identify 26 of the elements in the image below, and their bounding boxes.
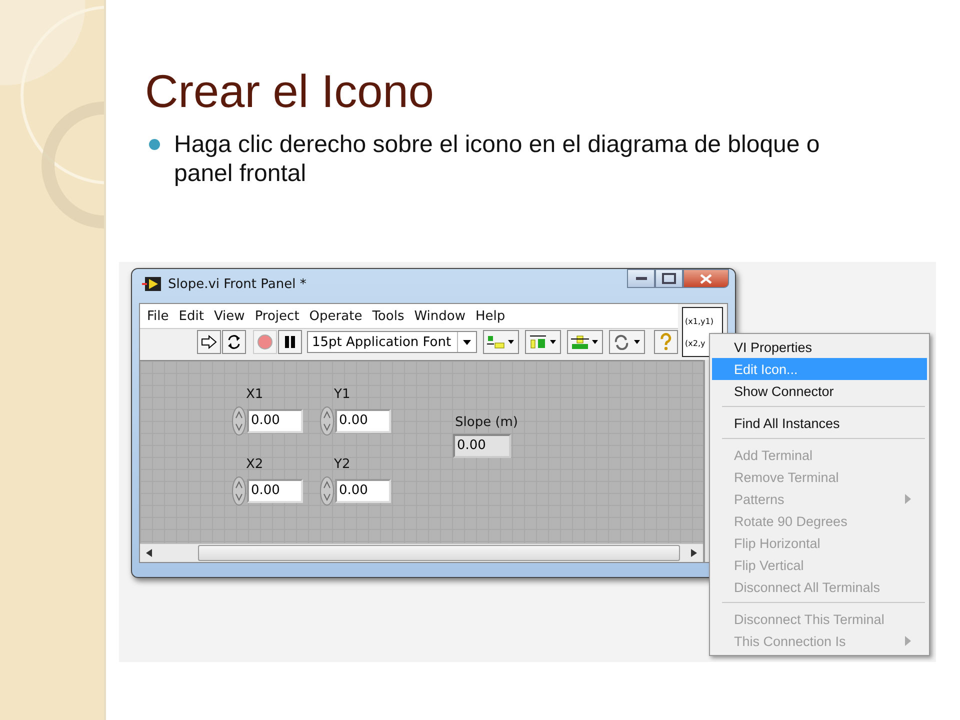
menu-item[interactable]: Edit bbox=[178, 308, 204, 324]
numeric-field[interactable]: 0.00 bbox=[247, 479, 303, 503]
font-dropdown[interactable]: 15pt Application Font bbox=[307, 331, 477, 353]
control-label: Y2 bbox=[334, 457, 352, 472]
icon-label: (x2,y bbox=[685, 338, 706, 348]
control-label: X2 bbox=[246, 457, 264, 472]
icon-label: (x1,y1) bbox=[685, 316, 714, 326]
control-label: Slope (m) bbox=[455, 415, 518, 430]
menu-item[interactable]: Operate bbox=[309, 308, 362, 324]
numeric-indicator: 0.00 bbox=[453, 434, 511, 458]
menu-item[interactable]: Project bbox=[254, 308, 300, 324]
numeric-field[interactable]: 0.00 bbox=[335, 409, 391, 433]
control-label: X1 bbox=[246, 387, 264, 402]
bullet-text: Haga clic derecho sobre el icono en el diagrama de bloque o panel frontal bbox=[174, 130, 821, 188]
numeric-field[interactable]: 0.00 bbox=[335, 479, 391, 503]
menu-item[interactable]: File bbox=[147, 308, 169, 324]
menu-item[interactable]: Tools bbox=[372, 308, 404, 324]
menu-item[interactable]: Find All Instances bbox=[712, 412, 927, 434]
control-label: Y1 bbox=[334, 387, 352, 402]
numeric-field[interactable]: 0.00 bbox=[247, 409, 303, 433]
menu-item[interactable]: Window bbox=[414, 308, 466, 324]
slide-title: Crear el Icono bbox=[145, 64, 434, 118]
menu-item[interactable]: Help bbox=[475, 308, 506, 324]
menu-item[interactable]: Show Connector bbox=[712, 380, 927, 402]
window-title: Slope.vi Front Panel * bbox=[168, 276, 306, 292]
menu-item[interactable]: View bbox=[214, 308, 245, 324]
